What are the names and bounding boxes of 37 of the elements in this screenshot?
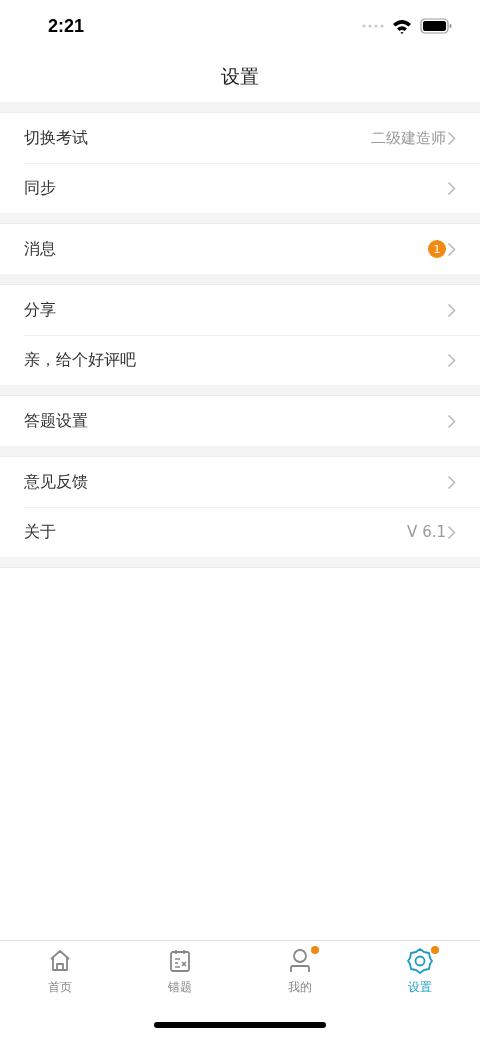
row-label: 同步 xyxy=(24,177,57,199)
settings-row[interactable]: 切换考试 二级建造师 xyxy=(0,113,480,163)
page-title: 设置 xyxy=(221,64,259,89)
row-label: 分享 xyxy=(24,299,57,321)
settings-row[interactable]: 关于 V 6.1 xyxy=(0,507,480,557)
settings-row[interactable]: 分享 xyxy=(0,285,480,335)
settings-row[interactable]: 答题设置 xyxy=(0,396,480,446)
row-value: V 6.1 xyxy=(407,523,446,541)
chevron-right-icon xyxy=(447,524,456,540)
chevron-right-icon xyxy=(447,352,456,368)
chevron-right-icon xyxy=(447,474,456,490)
chevron-right-icon xyxy=(447,302,456,318)
battery-icon xyxy=(420,18,452,34)
chevron-right-icon xyxy=(447,241,456,257)
tab-item[interactable]: 错题 xyxy=(120,941,240,1001)
chevron-right-icon xyxy=(447,180,456,196)
row-label: 意见反馈 xyxy=(24,471,89,493)
tab-item[interactable]: 我的 xyxy=(240,941,360,1001)
row-label: 关于 xyxy=(24,521,57,543)
settings-row[interactable]: 同步 xyxy=(0,163,480,213)
chevron-right-icon xyxy=(447,130,456,146)
status-time: 2:21 xyxy=(48,15,85,37)
row-label: 消息 xyxy=(24,238,57,260)
tab-item[interactable]: 首页 xyxy=(0,941,120,1001)
person-icon xyxy=(287,946,313,975)
chevron-right-icon xyxy=(447,413,456,429)
settings-row[interactable]: 消息 1 xyxy=(0,224,480,274)
row-label: 答题设置 xyxy=(24,410,89,432)
settings-icon xyxy=(407,946,433,975)
signal-icon xyxy=(362,24,384,28)
row-label: 切换考试 xyxy=(24,127,89,149)
row-value: 二级建造师 xyxy=(371,128,446,148)
settings-row[interactable]: 亲，给个好评吧 xyxy=(0,335,480,385)
row-label: 亲，给个好评吧 xyxy=(24,349,137,371)
settings-row[interactable]: 意见反馈 xyxy=(0,457,480,507)
count-badge: 1 xyxy=(428,240,446,258)
wifi-icon xyxy=(392,18,412,34)
